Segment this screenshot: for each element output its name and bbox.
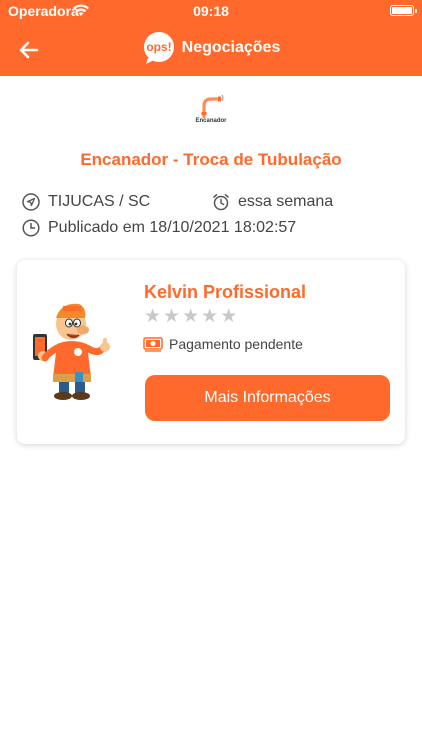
category-label: Encanador (195, 118, 227, 124)
location-text: TIJUCAS / SC (48, 193, 151, 210)
nav-title-group: ops! Negociações (0, 31, 422, 65)
pipe-icon (201, 94, 224, 118)
app-header: Operadora 09:18 ops! Negociações (0, 0, 422, 76)
more-info-button[interactable]: Mais Informações (145, 375, 390, 421)
published-row: Publicado em 18/10/2021 18:02:57 (22, 219, 296, 237)
svg-text:ops!: ops! (146, 40, 171, 54)
star-empty-icon: ★ (144, 306, 162, 327)
location-arrow-icon (22, 193, 40, 211)
published-text: Publicado em 18/10/2021 18:02:57 (48, 219, 297, 236)
payment-status-text: Pagamento pendente (169, 336, 303, 352)
star-empty-icon: ★ (163, 306, 181, 327)
job-title: Encanador - Troca de Tubulação (80, 150, 342, 169)
schedule-row: essa semana (212, 193, 333, 211)
location-row: TIJUCAS / SC (22, 193, 150, 211)
professional-card: Kelvin Profissional ★ ★ ★ ★ ★ Pagamento … (17, 260, 405, 444)
star-empty-icon: ★ (201, 306, 219, 327)
page-title: Negociações (181, 39, 281, 56)
nav-bar: ops! Negociações (0, 28, 422, 72)
schedule-text: essa semana (238, 193, 334, 210)
ops-logo: ops! (143, 32, 174, 64)
money-icon (143, 337, 163, 352)
star-empty-icon: ★ (220, 306, 238, 327)
alarm-clock-icon (213, 194, 229, 211)
payment-status: Pagamento pendente (143, 336, 303, 352)
status-time: 09:18 (193, 3, 229, 19)
professional-name: Kelvin Profissional (144, 282, 307, 302)
status-bar: Operadora 09:18 (0, 0, 422, 24)
clock-icon (22, 219, 40, 237)
mascot-avatar (33, 303, 110, 400)
battery-icon (390, 5, 417, 16)
star-empty-icon: ★ (182, 306, 200, 327)
category-badge: Encanador (0, 92, 422, 124)
rating-stars: ★ ★ ★ ★ ★ (144, 307, 237, 327)
